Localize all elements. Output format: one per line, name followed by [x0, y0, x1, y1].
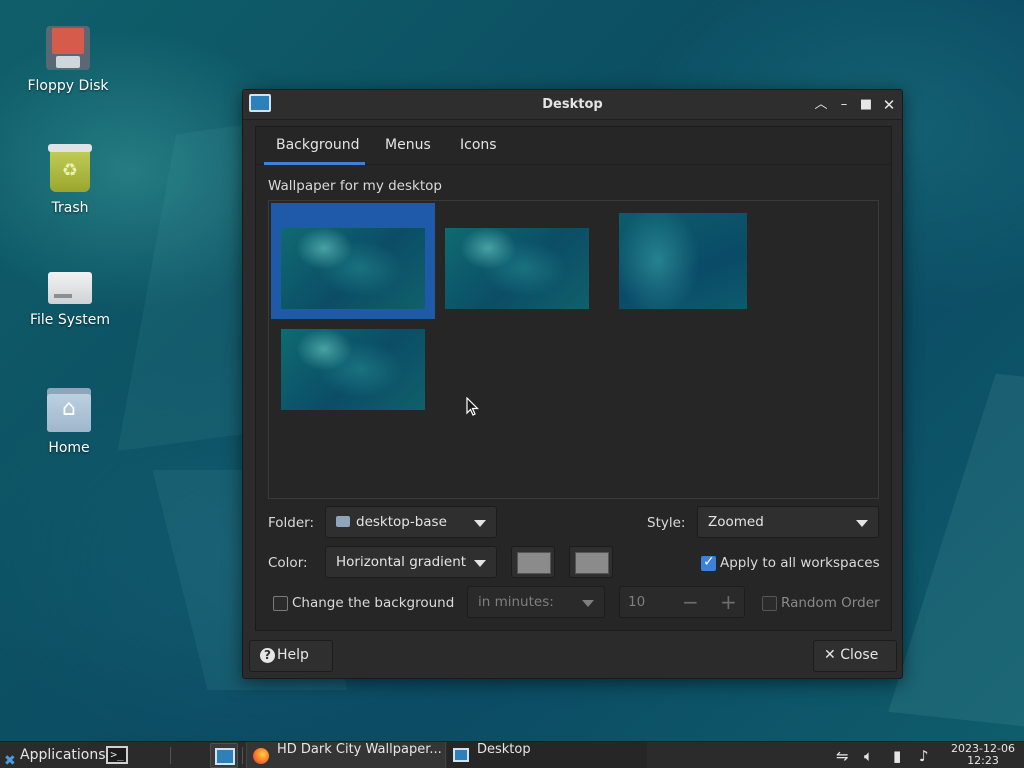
- tab-bar: Background Menus Icons: [256, 127, 891, 165]
- wallpaper-grid: [268, 200, 879, 499]
- dropdown-caret-icon: [582, 600, 594, 607]
- dropdown-caret-icon: [474, 520, 486, 527]
- close-icon: ✕: [824, 647, 836, 663]
- help-icon: ?: [260, 648, 275, 663]
- tab-menus[interactable]: Menus: [385, 137, 431, 153]
- random-order-label: Random Order: [781, 595, 880, 611]
- primary-color-button[interactable]: [511, 546, 555, 578]
- window-title: Desktop: [542, 97, 603, 112]
- task-desktop-settings[interactable]: Desktop: [447, 742, 647, 768]
- color-swatch: [575, 552, 609, 574]
- active-tab-indicator: [264, 162, 365, 165]
- wallpaper-preview: [281, 329, 425, 410]
- notification-bell-icon[interactable]: ♪: [919, 747, 929, 765]
- color-select[interactable]: Horizontal gradient: [325, 546, 497, 578]
- desktop-settings-window: Desktop ︿ – ■ ✕ Background Menus Icons W…: [242, 89, 903, 679]
- shade-button[interactable]: ︿: [812, 96, 830, 114]
- show-desktop-button[interactable]: [210, 743, 238, 768]
- separator: [170, 747, 171, 764]
- interval-value: in minutes:: [478, 594, 554, 610]
- home-folder-icon: [47, 388, 91, 432]
- wallpaper-preview: [281, 228, 425, 309]
- terminal-launcher-icon[interactable]: >_: [106, 746, 128, 764]
- change-background-label: Change the background: [292, 595, 455, 611]
- dropdown-caret-icon: [474, 560, 486, 567]
- floppy-disk-icon: [46, 26, 90, 70]
- desktop-icon-label: File System: [29, 312, 111, 328]
- desktop-icon-label: Home: [48, 440, 90, 456]
- color-swatch: [517, 552, 551, 574]
- decrement-button[interactable]: −: [682, 590, 699, 614]
- desktop-settings-icon: [453, 748, 469, 762]
- wallpaper-thumbnail[interactable]: [271, 319, 435, 435]
- applications-menu-button[interactable]: ✖ Applications: [0, 742, 106, 768]
- chevron-up-icon: ︿: [814, 97, 828, 112]
- dropdown-caret-icon: [856, 520, 868, 527]
- desktop-icon-label: Floppy Disk: [27, 78, 109, 94]
- apply-all-workspaces-label: Apply to all workspaces: [720, 555, 880, 571]
- desktop-icon-file-system[interactable]: File System: [20, 262, 120, 328]
- minutes-spinbox[interactable]: 10 − +: [619, 586, 745, 618]
- secondary-color-button[interactable]: [569, 546, 613, 578]
- wallpaper-shard: [888, 373, 1024, 727]
- tab-icons[interactable]: Icons: [460, 137, 497, 153]
- random-order-checkbox[interactable]: [762, 596, 777, 611]
- maximize-button[interactable]: ■: [857, 96, 875, 114]
- wallpaper-thumbnail[interactable]: [435, 203, 599, 319]
- close-window-button[interactable]: ✕: [880, 96, 898, 114]
- applications-icon: ✖: [4, 753, 16, 768]
- clock-time: 12:23: [967, 754, 999, 767]
- trash-icon: [48, 144, 92, 192]
- change-background-checkbox[interactable]: [273, 596, 288, 611]
- folder-value: desktop-base: [356, 514, 447, 530]
- tab-background[interactable]: Background: [276, 137, 360, 153]
- style-label: Style:: [647, 515, 686, 531]
- increment-button[interactable]: +: [720, 590, 737, 614]
- applications-label: Applications: [20, 747, 106, 763]
- desktop-icon-trash[interactable]: Trash: [20, 144, 120, 216]
- apply-all-workspaces-checkbox[interactable]: [701, 554, 716, 571]
- minutes-value: 10: [628, 594, 646, 610]
- help-label: Help: [277, 647, 309, 663]
- network-icon[interactable]: ⇋: [836, 747, 849, 765]
- wallpaper-thumbnail[interactable]: [271, 203, 435, 319]
- desktop-icon-floppy-disk[interactable]: Floppy Disk: [18, 26, 118, 94]
- taskbar: ✖ Applications >_ HD Dark City Wallpaper…: [0, 741, 1024, 768]
- desktop-icon-home[interactable]: Home: [19, 388, 119, 456]
- volume-icon[interactable]: 🔈︎: [864, 747, 873, 765]
- maximize-icon: ■: [859, 97, 873, 112]
- separator: [242, 747, 243, 764]
- style-value: Zoomed: [708, 514, 764, 530]
- color-label: Color:: [268, 555, 308, 571]
- minimize-icon: –: [840, 97, 848, 112]
- wallpaper-preview: [445, 228, 589, 309]
- folder-icon: [336, 516, 350, 527]
- battery-icon[interactable]: ▮: [893, 747, 901, 765]
- interval-select[interactable]: in minutes:: [467, 586, 605, 618]
- task-label: HD Dark City Wallpaper...: [277, 742, 442, 757]
- minimize-button[interactable]: –: [835, 96, 853, 114]
- close-label: Close: [840, 647, 879, 663]
- clock[interactable]: 2023-12-06 12:23: [946, 743, 1020, 767]
- style-select[interactable]: Zoomed: [697, 506, 879, 538]
- window-titlebar[interactable]: Desktop ︿ – ■ ✕: [243, 90, 902, 120]
- folder-select[interactable]: desktop-base: [325, 506, 497, 538]
- wallpaper-thumbnail[interactable]: [599, 203, 763, 319]
- color-value: Horizontal gradient: [336, 554, 467, 570]
- folder-label: Folder:: [268, 515, 315, 531]
- task-label: Desktop: [477, 742, 531, 757]
- close-icon: ✕: [882, 96, 896, 114]
- wallpaper-label: Wallpaper for my desktop: [268, 178, 442, 194]
- desktop-icon-label: Trash: [51, 200, 89, 216]
- task-firefox[interactable]: HD Dark City Wallpaper...: [246, 742, 446, 768]
- drive-icon: [48, 272, 92, 304]
- settings-content: Background Menus Icons Wallpaper for my …: [255, 126, 892, 631]
- wallpaper-preview: [619, 213, 747, 309]
- close-button[interactable]: ✕ Close: [813, 640, 897, 672]
- firefox-icon: [253, 748, 269, 764]
- help-button[interactable]: ? Help: [249, 640, 333, 672]
